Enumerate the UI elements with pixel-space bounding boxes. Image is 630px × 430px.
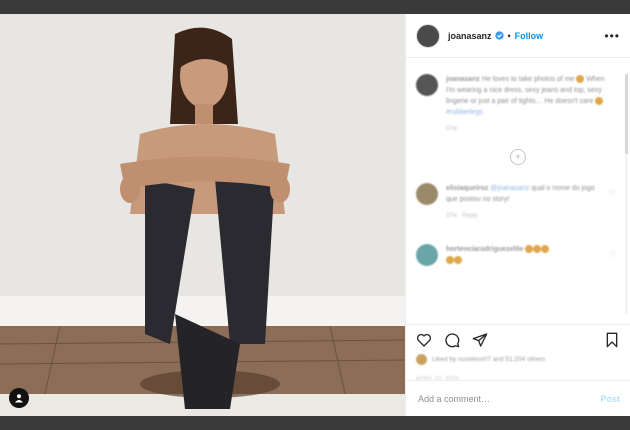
comments-scrollbar-thumb[interactable]	[625, 74, 628, 154]
caption-text: joanasanz He loves to take photos of me …	[446, 74, 606, 135]
comment-text: elisiaqueiroz @joanasanz qual o nome do …	[446, 183, 606, 222]
emoji-icon	[541, 245, 550, 254]
post-header: joanasanz • Follow •••	[406, 14, 630, 58]
caption-hashtag[interactable]: #rubberlegs	[446, 109, 483, 116]
load-more-comments-button[interactable]: +	[510, 149, 526, 165]
share-paper-plane-icon[interactable]	[472, 332, 488, 348]
comment-mention[interactable]: @joanasanz	[490, 185, 529, 192]
save-bookmark-icon[interactable]	[604, 332, 620, 348]
more-options-icon[interactable]: •••	[604, 29, 620, 43]
emoji-icon	[446, 256, 454, 265]
post-photo[interactable]	[0, 14, 405, 416]
emoji-icon	[595, 97, 604, 106]
likes-text[interactable]: Liked by nuseless07 and 51,204 others	[432, 356, 545, 363]
user-icon	[15, 394, 23, 403]
post-modal: joanasanz • Follow ••• joanasanz He love…	[0, 14, 630, 416]
comment-avatar[interactable]	[416, 244, 438, 266]
header-separator: •	[507, 30, 511, 41]
tagged-user-button[interactable]	[9, 388, 29, 408]
comment-bubble-icon[interactable]	[444, 332, 460, 348]
comment-row: hortenciarodriguezelite ♡	[416, 244, 620, 266]
likes-summary[interactable]: Liked by nuseless07 and 51,204 others	[416, 354, 620, 365]
comment-username[interactable]: elisiaqueiroz	[446, 185, 488, 192]
add-comment-input[interactable]	[416, 392, 601, 405]
post-side-panel: joanasanz • Follow ••• joanasanz He love…	[405, 14, 630, 416]
comment-like-heart-icon[interactable]: ♡	[609, 189, 616, 198]
add-comment-bar: Post	[406, 380, 630, 416]
comment-row: elisiaqueiroz @joanasanz qual o nome do …	[416, 183, 620, 222]
caption-avatar[interactable]	[416, 74, 438, 96]
comment-like-heart-icon[interactable]: ♡	[609, 250, 616, 259]
reply-button[interactable]: Reply	[462, 213, 477, 219]
emoji-icon	[525, 245, 534, 254]
caption-username[interactable]: joanasanz	[446, 76, 480, 83]
liker-avatar[interactable]	[416, 354, 427, 365]
emoji-icon	[454, 256, 462, 265]
comment-text: hortenciarodriguezelite	[446, 244, 606, 266]
emoji-icon	[533, 245, 542, 254]
post-actions	[406, 324, 630, 355]
verified-badge-icon	[494, 27, 504, 45]
follow-button[interactable]: Follow	[515, 31, 544, 41]
comment-meta: 37w Reply	[446, 211, 606, 222]
caption-row: joanasanz He loves to take photos of me …	[416, 74, 620, 135]
header-username[interactable]: joanasanz	[448, 31, 492, 41]
like-heart-icon[interactable]	[416, 332, 432, 348]
plus-icon: +	[515, 151, 521, 163]
avatar[interactable]	[416, 23, 440, 48]
comment-username[interactable]: hortenciarodriguezelite	[446, 246, 523, 253]
caption-body: He loves to take photos of me	[481, 76, 577, 83]
comments-list[interactable]: joanasanz He loves to take photos of me …	[406, 58, 630, 324]
comment-avatar[interactable]	[416, 183, 438, 205]
caption-time: 37w	[446, 126, 458, 132]
comment-time: 37w	[446, 213, 458, 219]
photo-illustration	[0, 14, 405, 416]
post-comment-button[interactable]: Post	[600, 394, 620, 404]
